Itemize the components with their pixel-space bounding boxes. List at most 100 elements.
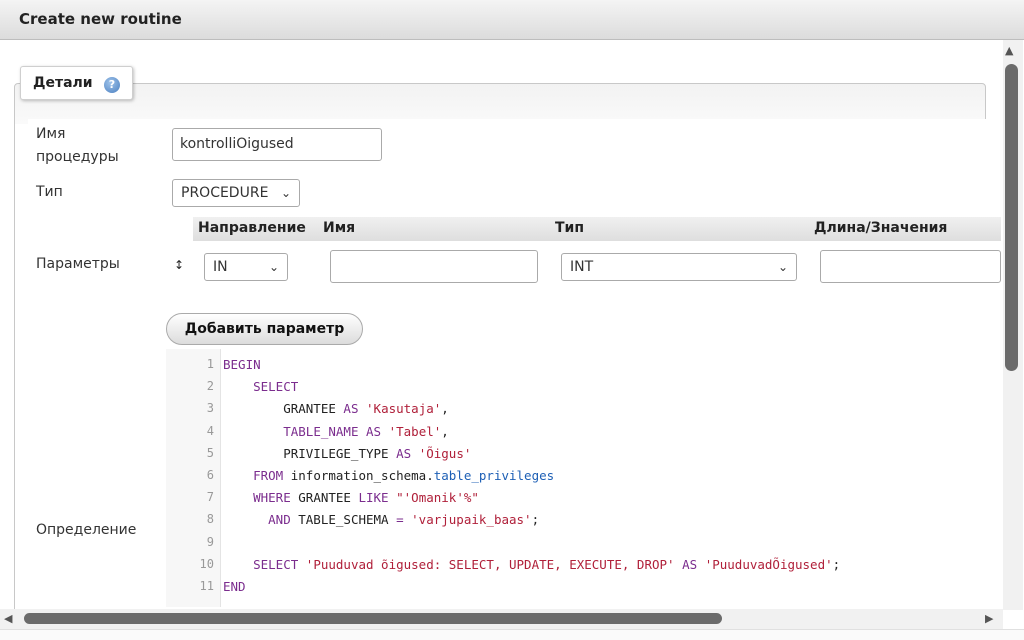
line-number: 7 <box>206 490 214 505</box>
code-token: END <box>223 579 246 594</box>
params-label: Параметры <box>36 256 120 272</box>
chevron-down-icon: ⌄ <box>280 186 291 200</box>
code-token: BEGIN <box>223 357 261 372</box>
line-number: 11 <box>199 579 214 593</box>
code-token: LIKE <box>358 490 389 506</box>
code-token: SELECT <box>253 556 299 572</box>
line-number: 6 <box>206 468 214 482</box>
code-token: 'Tabel' <box>388 423 442 439</box>
dialog-titlebar: Create new routine <box>0 0 1024 40</box>
code-token: 'Kasutaja' <box>366 401 442 417</box>
line-number: 3 <box>206 401 214 416</box>
code-token: ; <box>531 512 540 528</box>
line-number: 8 <box>206 512 214 527</box>
param-direction-value: IN <box>213 259 228 275</box>
code-token: "'Omanik'%" <box>396 490 479 506</box>
dialog-title: Create new routine <box>19 10 182 28</box>
routine-type-value: PROCEDURE <box>181 185 269 201</box>
scroll-right-arrow-icon[interactable]: ▶ <box>985 612 993 625</box>
header-direction: Направление <box>198 220 306 236</box>
code-token: AS <box>343 401 359 417</box>
code-token: 'PuuduvadÕigused' <box>704 556 833 572</box>
code-line: AND TABLE_SCHEMA = 'varjupaik_baas'; <box>223 512 539 527</box>
code-token: ; <box>832 556 841 572</box>
param-direction-select[interactable]: IN ⌄ <box>204 253 288 281</box>
routine-type-label: Тип <box>36 184 63 200</box>
code-token: information_schema. <box>283 468 434 483</box>
routine-name-label-line1: Имя <box>36 126 66 142</box>
code-editor[interactable]: 1 2 3 4 5 6 7 8 9 10 11 BEGIN SELECT GRANTEE AS 'K… <box>166 349 1000 607</box>
code-token: AS <box>366 423 382 439</box>
code-line: FROM information_schema.table_privileges <box>223 468 554 483</box>
scroll-left-arrow-icon[interactable]: ◀ <box>4 612 12 625</box>
line-number: 5 <box>206 445 214 460</box>
code-token: FROM <box>253 468 284 483</box>
horizontal-scroll-thumb[interactable] <box>24 613 722 624</box>
param-type-select[interactable]: INT ⌄ <box>561 253 797 281</box>
code-token: AS <box>682 556 698 572</box>
add-parameter-button[interactable]: Добавить параметр <box>166 313 363 345</box>
drag-handle-icon[interactable]: ↕ <box>174 258 184 272</box>
params-table-header: Направление Имя Тип Длина/Значения <box>193 217 1001 241</box>
code-token: GRANTEE <box>223 401 344 417</box>
code-token: GRANTEE <box>290 490 359 506</box>
header-type: Тип <box>555 220 585 236</box>
code-token: AS <box>396 445 412 461</box>
code-token: , <box>441 423 449 439</box>
code-line: WHERE GRANTEE LIKE "'Omanik'%" <box>223 490 479 505</box>
chevron-down-icon: ⌄ <box>777 260 788 274</box>
routine-name-input[interactable]: kontrolliOigused <box>172 128 382 161</box>
code-token: table_privileges <box>433 468 555 483</box>
line-number: 10 <box>199 556 214 571</box>
param-length-input[interactable] <box>820 250 1001 283</box>
param-name-input[interactable] <box>330 250 538 283</box>
param-type-value: INT <box>570 259 594 275</box>
vertical-scroll-thumb[interactable] <box>1005 64 1018 371</box>
bottom-strip <box>0 629 1024 640</box>
code-line: GRANTEE AS 'Kasutaja', <box>223 401 449 416</box>
code-token: = <box>396 512 404 528</box>
header-name: Имя <box>323 220 356 236</box>
code-line: END <box>223 579 246 594</box>
line-number: 4 <box>206 423 214 438</box>
header-length: Длина/Значения <box>814 220 948 236</box>
routine-type-select[interactable]: PROCEDURE ⌄ <box>172 179 300 207</box>
line-number: 9 <box>206 534 214 549</box>
code-token: TABLE_NAME <box>283 423 359 439</box>
line-number-gutter: 1 2 3 4 5 6 7 8 9 10 11 <box>166 349 221 607</box>
definition-label: Определение <box>36 522 137 538</box>
code-token: 'Õigus' <box>418 445 472 461</box>
help-icon[interactable]: ? <box>104 77 120 93</box>
code-line: BEGIN <box>223 357 261 372</box>
code-token: PRIVILEGE_TYPE <box>223 445 397 461</box>
code-token: SELECT <box>253 379 299 395</box>
code-line: TABLE_NAME AS 'Tabel', <box>223 424 449 439</box>
code-line: SELECT 'Puuduvad õigused: SELECT, UPDATE… <box>223 557 840 572</box>
scroll-up-arrow-icon[interactable]: ▲ <box>1005 44 1013 57</box>
details-legend[interactable]: Детали ? <box>20 66 133 100</box>
code-token: WHERE <box>253 490 291 506</box>
code-token: AND <box>268 512 291 528</box>
details-legend-label: Детали <box>33 75 93 91</box>
code-token: TABLE_SCHEMA <box>290 512 397 528</box>
code-line: PRIVILEGE_TYPE AS 'Õigus' <box>223 446 471 461</box>
line-number: 2 <box>206 379 214 394</box>
code-line: SELECT <box>223 379 298 394</box>
code-token: 'Puuduvad õigused: SELECT, UPDATE, EXECU… <box>305 556 675 572</box>
routine-name-label-line2: процедуры <box>36 149 119 165</box>
code-token: , <box>441 401 449 417</box>
